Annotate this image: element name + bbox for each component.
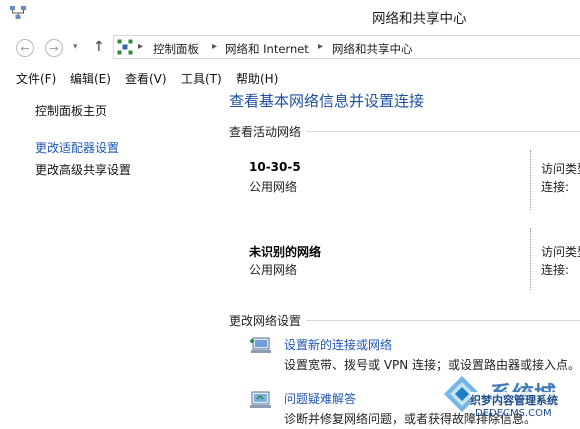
forward-arrow-icon: → xyxy=(49,41,59,55)
menu-view[interactable]: 查看(V) xyxy=(125,70,167,87)
recent-pages-chevron-icon[interactable]: ▾ xyxy=(73,42,78,52)
setup-new-connection-description: 设置宽带、拨号或 VPN 连接；或设置路由器或接入点。 xyxy=(284,358,580,372)
sidebar-item-control-panel-home[interactable]: 控制面板主页 xyxy=(35,102,107,119)
window-title: 网络和共享中心 xyxy=(372,11,467,27)
access-type-label: 访问类型 xyxy=(541,245,580,259)
breadcrumb-separator-icon[interactable]: ▸ xyxy=(138,41,143,52)
title-bar: 网络和共享中心 xyxy=(0,0,580,32)
forward-button[interactable]: → xyxy=(45,39,63,57)
divider xyxy=(306,320,580,321)
sidebar-item-change-adapter-settings[interactable]: 更改适配器设置 xyxy=(35,139,119,156)
menu-file[interactable]: 文件(F) xyxy=(16,70,56,87)
app-icon[interactable] xyxy=(9,5,27,24)
connections-label: 连接: xyxy=(541,180,570,194)
back-button[interactable]: ← xyxy=(16,39,34,57)
breadcrumb-separator-icon[interactable]: ▸ xyxy=(212,41,217,52)
network-name: 未识别的网络 xyxy=(249,245,322,259)
change-network-settings-heading: 更改网络设置 xyxy=(229,314,302,328)
troubleshoot-icon xyxy=(249,390,273,415)
active-networks-heading: 查看活动网络 xyxy=(229,125,302,139)
divider xyxy=(530,228,532,290)
menu-tools[interactable]: 工具(T) xyxy=(181,70,222,87)
breadcrumb-network-sharing-center[interactable]: 网络和共享中心 xyxy=(332,41,413,57)
up-arrow-icon[interactable]: ↑ xyxy=(93,39,105,55)
divider xyxy=(530,150,532,210)
breadcrumb-control-panel[interactable]: 控制面板 xyxy=(153,41,199,57)
back-arrow-icon: ← xyxy=(20,41,30,55)
network-type-link[interactable]: 公用网络 xyxy=(249,261,297,278)
setup-new-connection-link[interactable]: 设置新的连接或网络 xyxy=(284,336,392,353)
sidebar-item-change-advanced-sharing[interactable]: 更改高级共享设置 xyxy=(35,161,131,178)
menu-help[interactable]: 帮助(H) xyxy=(236,70,278,87)
network-type-link[interactable]: 公用网络 xyxy=(249,178,297,195)
network-location-icon xyxy=(117,39,133,58)
page-title: 查看基本网络信息并设置连接 xyxy=(229,92,425,110)
connections-label: 连接: xyxy=(541,263,570,277)
access-type-label: 访问类型 xyxy=(541,162,580,176)
network-name: 10-30-5 xyxy=(249,160,301,174)
new-connection-icon xyxy=(249,335,273,360)
breadcrumb-network-internet[interactable]: 网络和 Internet xyxy=(225,41,309,57)
breadcrumb-separator-icon[interactable]: ▸ xyxy=(318,41,323,52)
divider xyxy=(306,131,580,132)
watermark-subtext: 织梦内容管理系统 xyxy=(470,392,558,408)
troubleshoot-problems-link[interactable]: 问题疑难解答 xyxy=(284,390,356,407)
watermark-domain: DEDECMS.COM xyxy=(475,408,552,419)
menu-edit[interactable]: 编辑(E) xyxy=(70,70,111,87)
